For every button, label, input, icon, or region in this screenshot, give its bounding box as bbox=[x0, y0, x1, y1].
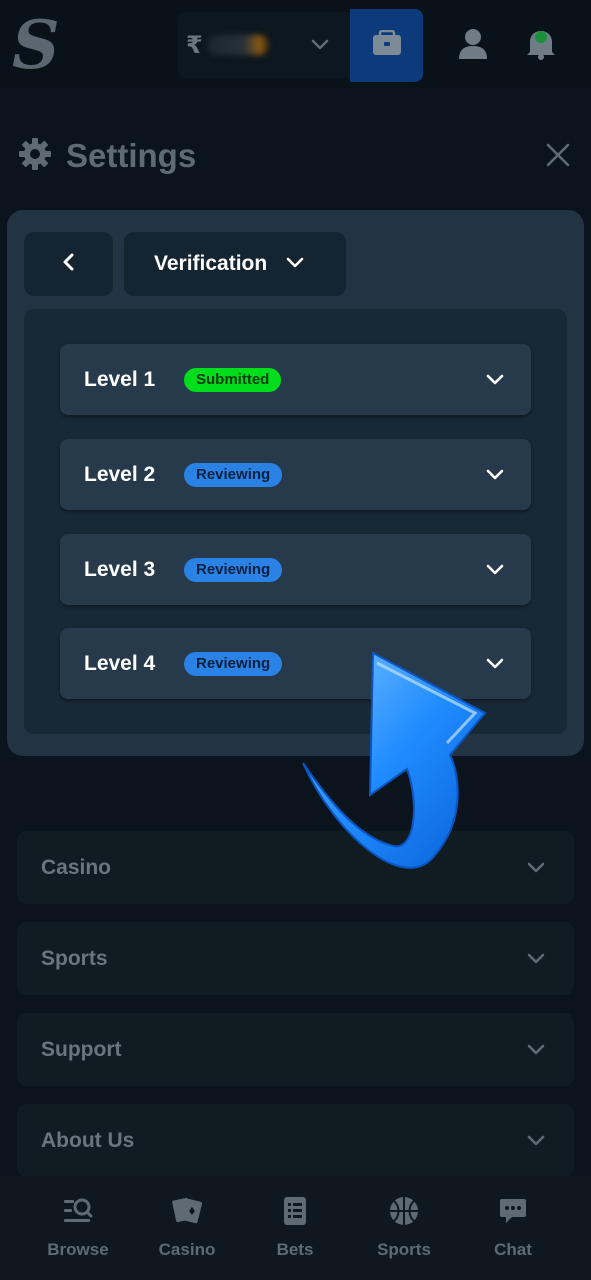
level-row-3[interactable]: Level 3 Reviewing bbox=[60, 534, 531, 605]
logo[interactable]: S bbox=[12, 10, 60, 80]
accordion-label: Sports bbox=[41, 946, 108, 970]
status-badge: Submitted bbox=[184, 367, 282, 392]
chevron-down-icon bbox=[285, 252, 305, 277]
chevron-down-icon bbox=[485, 371, 505, 394]
nav-sports[interactable]: Sports bbox=[354, 1194, 454, 1260]
accordion-label: Casino bbox=[41, 855, 112, 879]
chevron-down-icon bbox=[485, 466, 505, 489]
chevron-down-icon bbox=[526, 859, 546, 882]
chevron-down-icon bbox=[526, 950, 546, 973]
back-button[interactable] bbox=[24, 232, 113, 296]
accordion-label: Support bbox=[41, 1037, 122, 1061]
nav-label: Casino bbox=[158, 1240, 216, 1259]
nav-label: Bets bbox=[276, 1240, 314, 1259]
top-bar: S ₹ bbox=[0, 0, 591, 88]
status-badge: Reviewing bbox=[184, 557, 283, 582]
level-row-1[interactable]: Level 1 Submitted bbox=[60, 344, 531, 415]
accordion-about-us[interactable]: About Us bbox=[17, 1104, 574, 1177]
level-name: Level 1 bbox=[84, 367, 156, 391]
gear-icon bbox=[18, 137, 52, 176]
chevron-down-icon bbox=[310, 34, 330, 59]
bet-slip-icon bbox=[245, 1194, 345, 1228]
accordion-sports[interactable]: Sports bbox=[17, 922, 574, 995]
nav-label: Sports bbox=[377, 1240, 431, 1259]
level-name: Level 3 bbox=[84, 557, 156, 581]
bottom-nav: Browse Casino Bets Sports Chat bbox=[0, 1176, 591, 1280]
chat-icon bbox=[463, 1194, 563, 1228]
nav-bets[interactable]: Bets bbox=[245, 1194, 345, 1260]
wallet-button[interactable] bbox=[350, 9, 423, 82]
balance-amount-blurred bbox=[206, 35, 269, 55]
dropdown-label: Verification bbox=[154, 252, 268, 275]
pointer-arrow-icon bbox=[302, 651, 487, 869]
chevron-left-icon bbox=[61, 252, 77, 277]
close-icon[interactable] bbox=[545, 142, 571, 173]
nav-casino[interactable]: Casino bbox=[137, 1194, 237, 1260]
section-dropdown[interactable]: Verification bbox=[124, 232, 346, 296]
bell-icon[interactable] bbox=[524, 28, 558, 65]
level-row-2[interactable]: Level 2 Reviewing bbox=[60, 439, 531, 510]
chevron-down-icon bbox=[526, 1132, 546, 1155]
search-list-icon bbox=[28, 1194, 128, 1228]
chevron-down-icon bbox=[485, 561, 505, 584]
status-badge: Reviewing bbox=[184, 462, 283, 487]
nav-label: Chat bbox=[494, 1240, 532, 1259]
balance-selector[interactable]: ₹ bbox=[178, 12, 350, 78]
nav-chat[interactable]: Chat bbox=[463, 1194, 563, 1260]
wallet-icon bbox=[372, 29, 402, 61]
level-name: Level 2 bbox=[84, 462, 156, 486]
currency-symbol: ₹ bbox=[186, 31, 203, 59]
accordion-label: About Us bbox=[41, 1128, 135, 1152]
page-title: Settings bbox=[66, 137, 197, 174]
chevron-down-icon bbox=[526, 1041, 546, 1064]
user-icon[interactable] bbox=[457, 28, 489, 65]
nav-browse[interactable]: Browse bbox=[28, 1194, 128, 1260]
level-name: Level 4 bbox=[84, 651, 156, 675]
status-badge: Reviewing bbox=[184, 651, 283, 676]
cards-icon bbox=[137, 1194, 237, 1228]
nav-label: Browse bbox=[47, 1240, 109, 1259]
basketball-icon bbox=[354, 1194, 454, 1228]
settings-header: Settings bbox=[18, 134, 196, 178]
accordion-support[interactable]: Support bbox=[17, 1013, 574, 1086]
